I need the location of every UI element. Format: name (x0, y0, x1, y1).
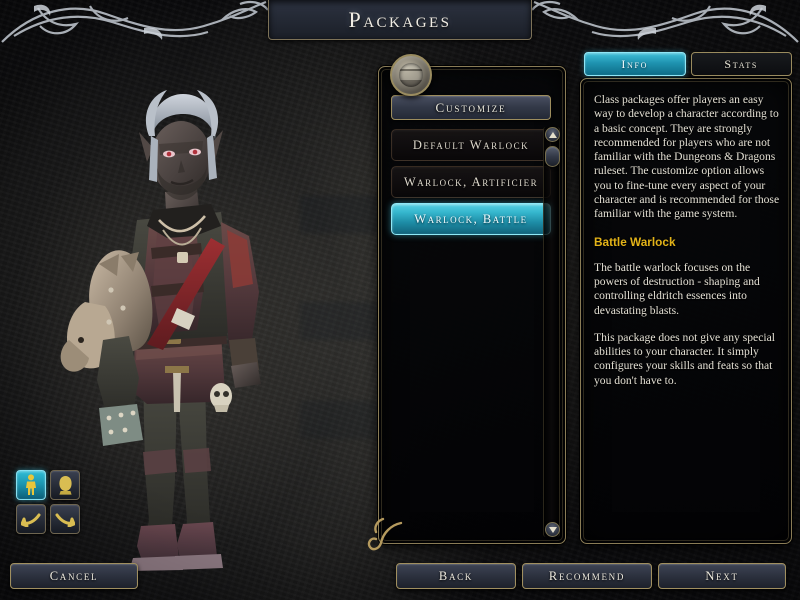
head-view-button[interactable] (50, 470, 80, 500)
info-intro-text: Class packages offer players an easy way… (594, 93, 780, 221)
rotate-left-icon (21, 513, 41, 527)
info-paragraph-2: This package does not give any special a… (594, 330, 775, 387)
class-emblem-icon (390, 54, 432, 96)
info-heading: Battle Warlock (594, 234, 676, 249)
back-button-label: Back (438, 568, 474, 583)
rotate-left-button[interactable] (16, 504, 46, 534)
package-list: Default Warlock Warlock, Artificier Warl… (391, 129, 551, 533)
scroll-down-button[interactable] (545, 522, 560, 537)
info-paragraph-1: The battle warlock focuses on the powers… (594, 260, 760, 317)
list-item-label: Warlock, Battle (414, 211, 528, 226)
next-button[interactable]: Next (658, 563, 786, 589)
filigree-ornament-left (1, 0, 269, 43)
cancel-button-label: Cancel (49, 568, 99, 583)
info-panel-content: Class packages offer players an easy way… (594, 93, 780, 531)
customize-button-label: Customize (435, 99, 507, 115)
recommend-button[interactable]: Recommend (522, 563, 652, 589)
scroll-up-icon (548, 131, 557, 138)
package-list-panel: Customize Default Warlock Warlock, Artif… (367, 66, 566, 551)
title-bar: Packages (0, 0, 800, 48)
package-list-scrollbar[interactable] (543, 127, 560, 537)
page-title-text: Packages (348, 6, 452, 32)
rotate-right-button[interactable] (50, 504, 80, 534)
tab-stats-label: Stats (724, 56, 759, 71)
recommend-button-label: Recommend (548, 568, 626, 583)
info-panel-tabs: Info Stats (584, 52, 792, 76)
scroll-down-icon (548, 526, 557, 533)
list-item[interactable]: Default Warlock (391, 129, 551, 161)
cancel-button[interactable]: Cancel (10, 563, 138, 589)
character-view-controls (16, 470, 84, 536)
customize-button[interactable]: Customize (391, 95, 551, 120)
info-panel: Class packages offer players an easy way… (580, 78, 792, 544)
page-title: Packages (268, 0, 532, 40)
rotate-right-icon (55, 513, 75, 527)
tab-stats[interactable]: Stats (690, 52, 792, 76)
list-item[interactable]: Warlock, Battle (391, 203, 551, 235)
scroll-up-button[interactable] (545, 127, 560, 142)
tab-info[interactable]: Info (584, 52, 686, 76)
list-item[interactable]: Warlock, Artificier (391, 166, 551, 198)
scrollbar-thumb[interactable] (545, 146, 560, 167)
panel-corner-flourish (367, 517, 403, 551)
head-icon (58, 476, 72, 495)
next-button-label: Next (705, 568, 739, 583)
back-button[interactable]: Back (396, 563, 516, 589)
body-icon (26, 474, 36, 495)
full-body-view-button[interactable] (16, 470, 46, 500)
tab-info-label: Info (621, 56, 649, 71)
list-item-label: Warlock, Artificier (403, 174, 539, 189)
filigree-ornament-right (531, 0, 799, 43)
game-screen: Packages Customize Default Warlock Warlo… (0, 0, 800, 600)
list-item-label: Default Warlock (412, 137, 530, 152)
